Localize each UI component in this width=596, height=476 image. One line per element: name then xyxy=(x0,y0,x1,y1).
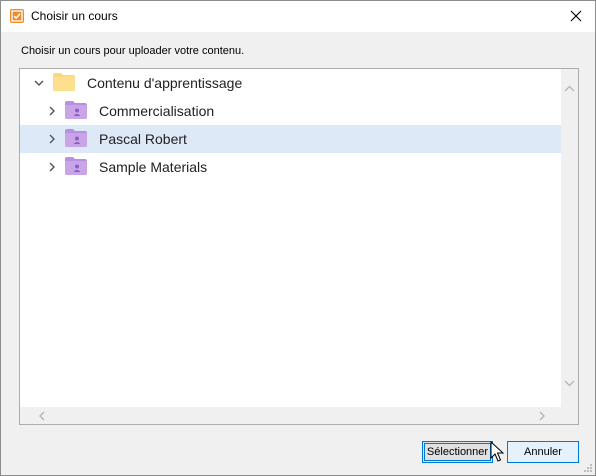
scroll-corner xyxy=(561,407,578,424)
close-button[interactable] xyxy=(557,1,595,32)
chevron-right-icon[interactable] xyxy=(46,133,58,145)
tree-item-label: Sample Materials xyxy=(99,159,208,175)
tree-root-row[interactable]: Contenu d'apprentissage xyxy=(20,69,563,97)
scroll-up-icon[interactable] xyxy=(564,85,575,93)
tree-item-label: Commercialisation xyxy=(99,103,215,119)
select-button[interactable]: Sélectionner xyxy=(422,441,493,463)
tree-item-pascal-robert[interactable]: Pascal Robert xyxy=(20,125,563,153)
user-folder-icon xyxy=(65,101,87,119)
vertical-scrollbar[interactable] xyxy=(561,69,578,407)
folder-icon xyxy=(53,73,75,91)
tree-item-commercialisation[interactable]: Commercialisation xyxy=(20,97,563,125)
chevron-right-icon[interactable] xyxy=(46,161,58,173)
close-icon xyxy=(570,10,582,22)
select-button-label: Sélectionner xyxy=(426,446,489,458)
cancel-button[interactable]: Annuler xyxy=(507,441,579,463)
user-folder-icon xyxy=(65,157,87,175)
cancel-button-label: Annuler xyxy=(524,446,562,458)
course-tree[interactable]: Contenu d'apprentissage Commercialisatio… xyxy=(19,68,579,425)
chevron-right-icon[interactable] xyxy=(46,105,58,117)
scroll-left-icon[interactable] xyxy=(38,411,46,421)
user-folder-icon xyxy=(65,129,87,147)
resize-grip-icon[interactable] xyxy=(583,463,593,473)
mouse-cursor-icon xyxy=(490,441,504,462)
tree-root-label: Contenu d'apprentissage xyxy=(87,75,243,91)
instruction-text: Choisir un cours pour uploader votre con… xyxy=(21,45,245,57)
tree-item-label: Pascal Robert xyxy=(99,131,187,147)
chevron-down-icon[interactable] xyxy=(33,77,45,89)
title-bar[interactable]: Choisir un cours xyxy=(1,1,595,32)
checkbox-icon xyxy=(10,9,24,23)
tree-item-sample-materials[interactable]: Sample Materials xyxy=(20,153,563,181)
scroll-down-icon[interactable] xyxy=(564,379,575,387)
window-title: Choisir un cours xyxy=(31,9,118,23)
horizontal-scrollbar[interactable] xyxy=(20,407,563,424)
scroll-right-icon[interactable] xyxy=(538,411,546,421)
dialog-window: Choisir un cours Choisir un cours pour u… xyxy=(0,0,596,476)
